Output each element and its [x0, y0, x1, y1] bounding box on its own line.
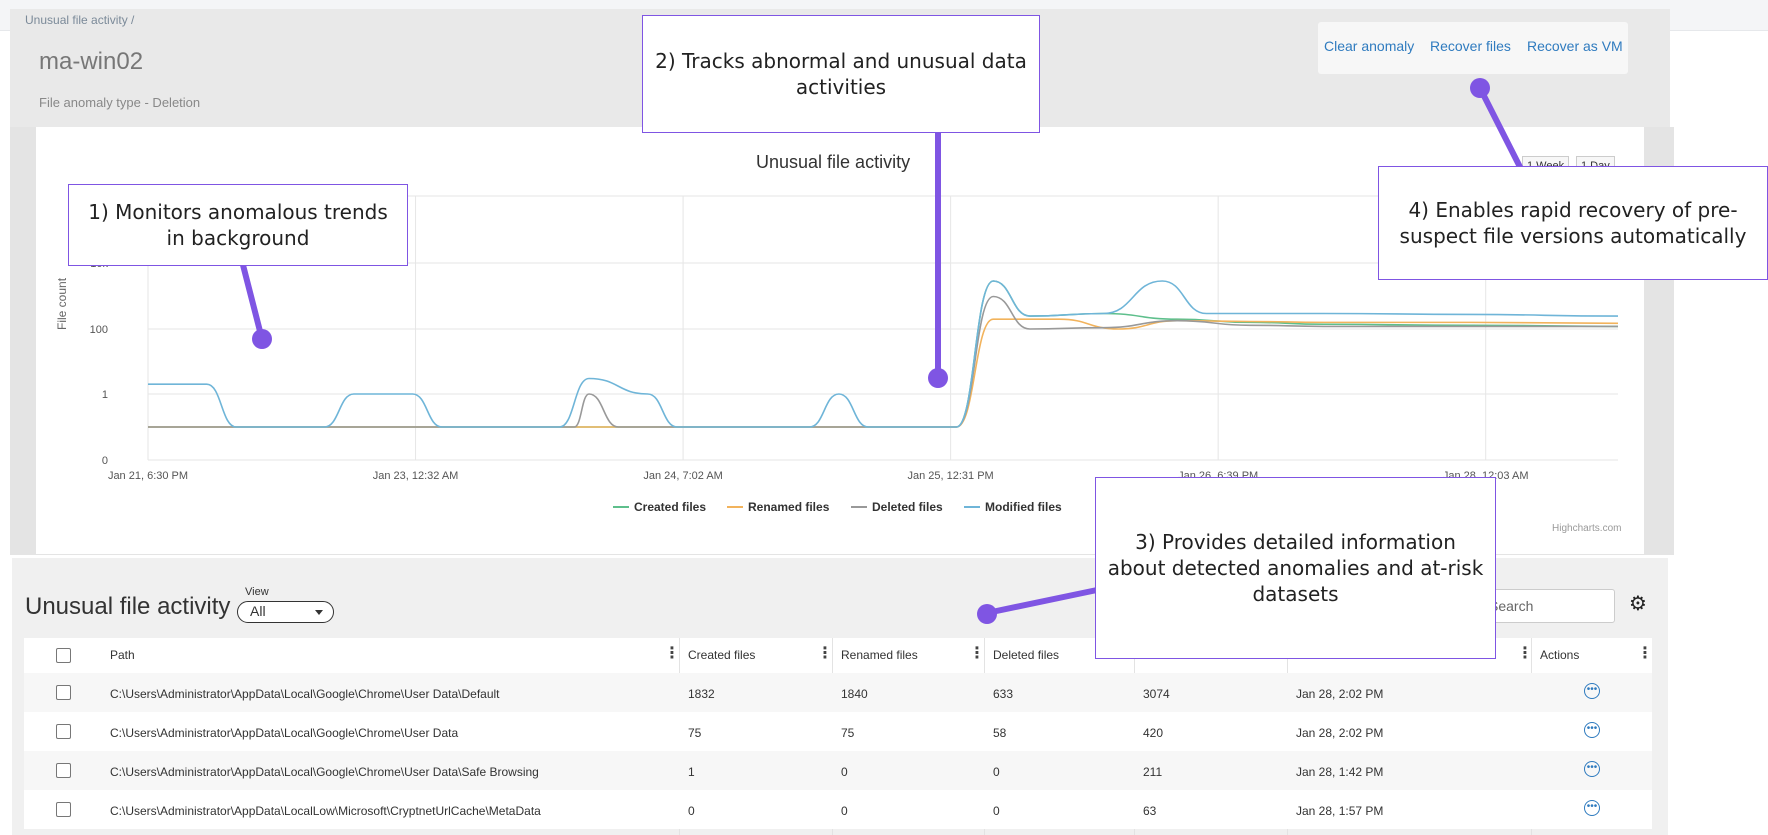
callout-3: 3) Provides detailed information about d…	[1095, 477, 1496, 659]
callout-connector-3	[984, 587, 1100, 616]
callout-2: 2) Tracks abnormal and unusual data acti…	[642, 15, 1040, 133]
callout-marker	[977, 604, 997, 624]
callout-marker	[252, 329, 272, 349]
callout-marker	[928, 368, 948, 388]
callout-connector-4	[1477, 85, 1523, 170]
callout-marker	[1470, 78, 1490, 98]
callout-4: 4) Enables rapid recovery of pre-suspect…	[1378, 166, 1768, 280]
callout-connector-1	[240, 262, 265, 342]
callout-1: 1) Monitors anomalous trends in backgrou…	[68, 184, 408, 266]
